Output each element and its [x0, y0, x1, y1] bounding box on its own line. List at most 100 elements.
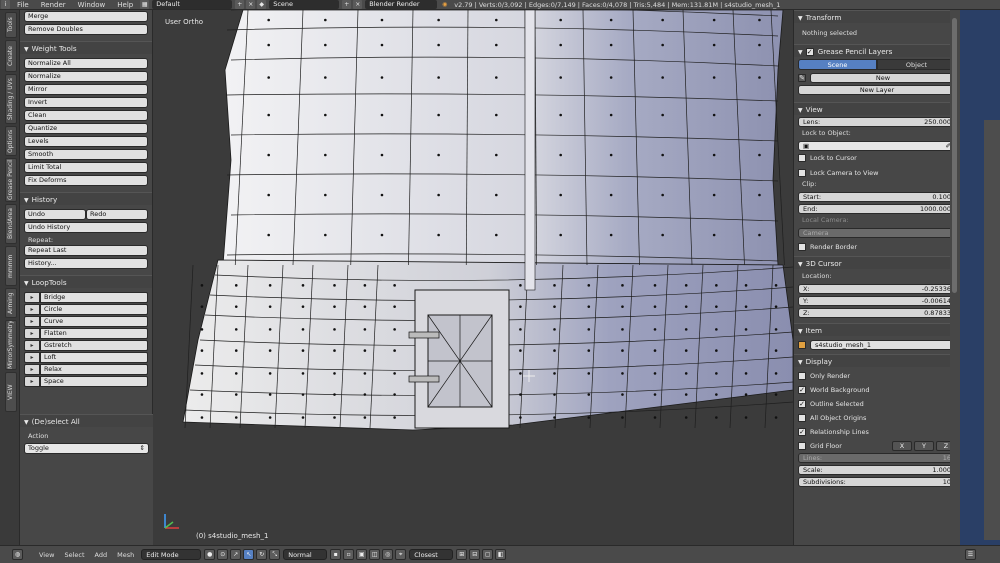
- expand-arrow-icon[interactable]: ▸: [24, 316, 40, 327]
- tab-grease-pencil[interactable]: Grease Pencil: [5, 158, 17, 202]
- snap-project-icon[interactable]: ⊟: [469, 549, 481, 560]
- space-button[interactable]: Space: [40, 376, 148, 387]
- add-scene-button[interactable]: +: [342, 0, 352, 9]
- 3d-viewport[interactable]: User Ortho (0) s4studio_mesh_1: [153, 10, 793, 545]
- layout-icon[interactable]: ▦: [140, 0, 150, 9]
- cursor-y-field[interactable]: Y: -0.00614: [798, 295, 956, 306]
- camera-icon[interactable]: ◧: [495, 549, 507, 560]
- undo-button[interactable]: Undo: [24, 209, 86, 220]
- gstretch-button[interactable]: Gstretch: [40, 340, 148, 351]
- scene-selector[interactable]: Scene: [269, 0, 340, 9]
- grid-floor-checkbox[interactable]: [798, 441, 806, 450]
- add-layout-button[interactable]: +: [235, 0, 245, 9]
- loft-button[interactable]: Loft: [40, 352, 148, 363]
- transform-header[interactable]: ▼ Transform: [794, 10, 960, 23]
- transform-orientation-selector[interactable]: Normal: [283, 549, 328, 560]
- weight-tools-header[interactable]: ▼ Weight Tools: [20, 41, 152, 54]
- render-engine-selector[interactable]: Blender Render: [365, 0, 438, 9]
- fix-deforms-button[interactable]: Fix Deforms: [24, 175, 148, 186]
- expand-arrow-icon[interactable]: ▸: [24, 352, 40, 363]
- lock-to-cursor-checkbox[interactable]: [798, 153, 806, 162]
- expand-arrow-icon[interactable]: ▸: [24, 340, 40, 351]
- pivot-point-icon[interactable]: ⊙: [217, 549, 229, 560]
- grid-scale-field[interactable]: Scale: 1.000: [798, 464, 956, 475]
- tab-object[interactable]: Object: [877, 59, 956, 70]
- grid-subdivisions-field[interactable]: Subdivisions: 10: [798, 476, 956, 487]
- scrollbar-thumb[interactable]: [952, 18, 957, 293]
- merge-button[interactable]: Merge: [24, 11, 148, 22]
- tab-shading-uvs[interactable]: Shading / UVs: [5, 74, 17, 124]
- menu-window[interactable]: Window: [72, 1, 112, 9]
- snap-icon[interactable]: ⌖: [395, 549, 407, 560]
- expand-arrow-icon[interactable]: ▸: [24, 328, 40, 339]
- smooth-button[interactable]: Smooth: [24, 149, 148, 160]
- all-object-origins-checkbox[interactable]: [798, 413, 806, 422]
- edge-select-icon[interactable]: ▫: [343, 549, 355, 560]
- grease-pencil-header[interactable]: ▼ ✓ Grease Pencil Layers: [794, 44, 960, 57]
- editor-type-icon[interactable]: ◍: [12, 549, 23, 560]
- tab-view-helper[interactable]: VIEW HELPER: [5, 372, 17, 412]
- flatten-button[interactable]: Flatten: [40, 328, 148, 339]
- object-name-field[interactable]: s4studio_mesh_1: [810, 339, 956, 350]
- invert-button[interactable]: Invert: [24, 97, 148, 108]
- bridge-button[interactable]: Bridge: [40, 292, 148, 303]
- expand-arrow-icon[interactable]: ▸: [24, 292, 40, 303]
- item-header[interactable]: ▼ Item: [794, 323, 960, 336]
- face-select-icon[interactable]: ▣: [356, 549, 368, 560]
- looptools-header[interactable]: ▼ LoopTools: [20, 275, 152, 288]
- render-preview-icon[interactable]: ▢: [482, 549, 494, 560]
- quantize-button[interactable]: Quantize: [24, 123, 148, 134]
- mirror-button[interactable]: Mirror: [24, 84, 148, 95]
- tab-arming[interactable]: Arming: [5, 288, 17, 318]
- tab-mmmm-tools[interactable]: mmmm tools: [5, 246, 17, 286]
- cursor-x-field[interactable]: X: -0.25336: [798, 283, 956, 294]
- scale-icon[interactable]: ⤡: [269, 549, 281, 560]
- menu-select[interactable]: Select: [59, 551, 89, 559]
- world-background-checkbox[interactable]: ✓: [798, 385, 806, 394]
- only-render-checkbox[interactable]: [798, 371, 806, 380]
- undo-history-button[interactable]: Undo History: [24, 222, 148, 233]
- history-header[interactable]: ▼ History: [20, 192, 152, 205]
- render-border-checkbox[interactable]: [798, 242, 806, 251]
- axis-x-toggle[interactable]: X: [892, 440, 912, 451]
- menu-render[interactable]: Render: [35, 1, 72, 9]
- relax-button[interactable]: Relax: [40, 364, 148, 375]
- action-select[interactable]: Toggle ⇕: [24, 443, 149, 454]
- clip-end-field[interactable]: End: 1000.000: [798, 203, 956, 214]
- new-grease-pencil-button[interactable]: New: [810, 72, 956, 83]
- tab-tools[interactable]: Tools: [5, 12, 17, 38]
- menu-view[interactable]: View: [34, 551, 59, 559]
- layout-selector[interactable]: Default: [152, 0, 233, 9]
- remove-scene-button[interactable]: ×: [353, 0, 363, 9]
- menu-file[interactable]: File: [11, 1, 35, 9]
- lock-object-field[interactable]: ▣ ✐: [798, 140, 956, 151]
- tab-mirror-symmetry[interactable]: MirrorSymmetry: [5, 320, 17, 370]
- menu-add[interactable]: Add: [90, 551, 113, 559]
- redo-button[interactable]: Redo: [86, 209, 148, 220]
- repeat-last-button[interactable]: Repeat Last: [24, 245, 148, 256]
- viewport-shading-icon[interactable]: ●: [204, 549, 216, 560]
- outliner-view-icon[interactable]: ☰: [965, 549, 976, 560]
- expand-arrow-icon[interactable]: ▸: [24, 304, 40, 315]
- outline-selected-checkbox[interactable]: ✓: [798, 399, 806, 408]
- info-editor-icon[interactable]: i: [1, 0, 10, 9]
- mode-selector[interactable]: Edit Mode: [141, 549, 202, 560]
- rotate-icon[interactable]: ↻: [256, 549, 268, 560]
- lens-field[interactable]: Lens: 250.000: [798, 116, 956, 127]
- levels-button[interactable]: Levels: [24, 136, 148, 147]
- snap-align-icon[interactable]: ⊞: [456, 549, 468, 560]
- expand-arrow-icon[interactable]: ▸: [24, 364, 40, 375]
- operator-header[interactable]: ▼ (De)select All: [20, 414, 153, 427]
- tab-scene[interactable]: Scene: [798, 59, 877, 70]
- history-button[interactable]: History...: [24, 258, 148, 269]
- snap-target-selector[interactable]: Closest: [409, 549, 454, 560]
- normalize-button[interactable]: Normalize: [24, 71, 148, 82]
- tab-blendarea[interactable]: BlendArea: [5, 204, 17, 244]
- proportional-edit-icon[interactable]: ◎: [382, 549, 394, 560]
- expand-arrow-icon[interactable]: ▸: [24, 376, 40, 387]
- occlude-geometry-icon[interactable]: ◫: [369, 549, 381, 560]
- grease-pencil-checkbox[interactable]: ✓: [805, 48, 814, 56]
- view-header[interactable]: ▼ View: [794, 102, 960, 115]
- menu-mesh[interactable]: Mesh: [112, 551, 139, 559]
- clip-start-field[interactable]: Start: 0.100: [798, 191, 956, 202]
